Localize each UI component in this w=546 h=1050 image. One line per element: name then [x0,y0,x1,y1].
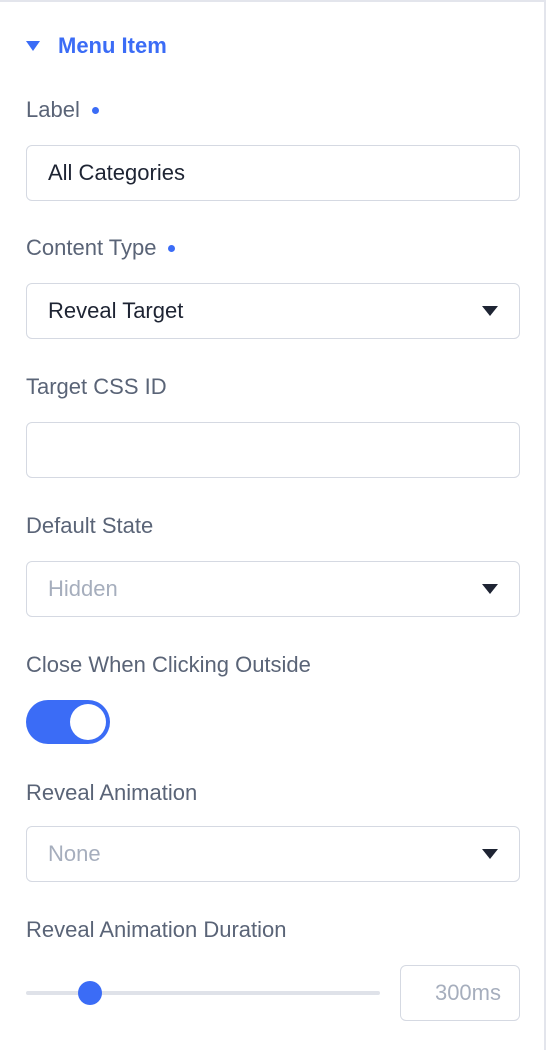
default-state-label-text: Default State [26,513,154,538]
slider-thumb[interactable] [77,981,102,1005]
close-outside-label: Close When Clicking Outside [26,652,311,678]
caret-down-icon [26,41,40,51]
reveal-duration-label: Reveal Animation Duration [26,917,286,943]
triangle-down-icon [482,306,498,316]
default-state-select[interactable]: Hidden [26,561,520,617]
target-css-id-label: Target CSS ID [26,374,167,400]
content-type-label: Content Type [26,235,176,261]
triangle-down-icon [482,584,498,594]
reveal-duration-value-box[interactable]: 300ms [400,965,520,1021]
top-divider [0,0,546,2]
reveal-animation-selected-value: None [48,841,101,866]
target-css-id-label-text: Target CSS ID [26,374,167,399]
section-header-menu-item[interactable]: Menu Item [26,30,167,62]
reveal-duration-value: 300ms [434,980,501,1005]
target-css-id-input[interactable] [26,422,520,478]
required-indicator [91,106,99,114]
reveal-animation-label-text: Reveal Animation [26,780,198,805]
reveal-duration-slider[interactable] [26,981,380,1005]
default-state-selected-value: Hidden [48,576,118,601]
default-state-label: Default State [26,513,153,539]
content-type-label-text: Content Type [26,235,157,260]
content-type-selected-value: Reveal Target [48,298,184,323]
reveal-animation-label: Reveal Animation [26,780,197,806]
reveal-animation-select[interactable]: None [26,826,520,882]
triangle-down-icon [482,849,498,859]
required-indicator [168,244,176,252]
label-input[interactable] [26,145,520,201]
content-type-select[interactable]: Reveal Target [26,283,520,339]
reveal-duration-label-text: Reveal Animation Duration [26,917,287,942]
close-outside-toggle[interactable] [26,700,110,744]
section-title: Menu Item [58,33,167,58]
label-field-label: Label [26,97,99,123]
label-field-label-text: Label [26,97,80,122]
close-outside-label-text: Close When Clicking Outside [26,652,311,677]
toggle-knob [70,704,106,740]
